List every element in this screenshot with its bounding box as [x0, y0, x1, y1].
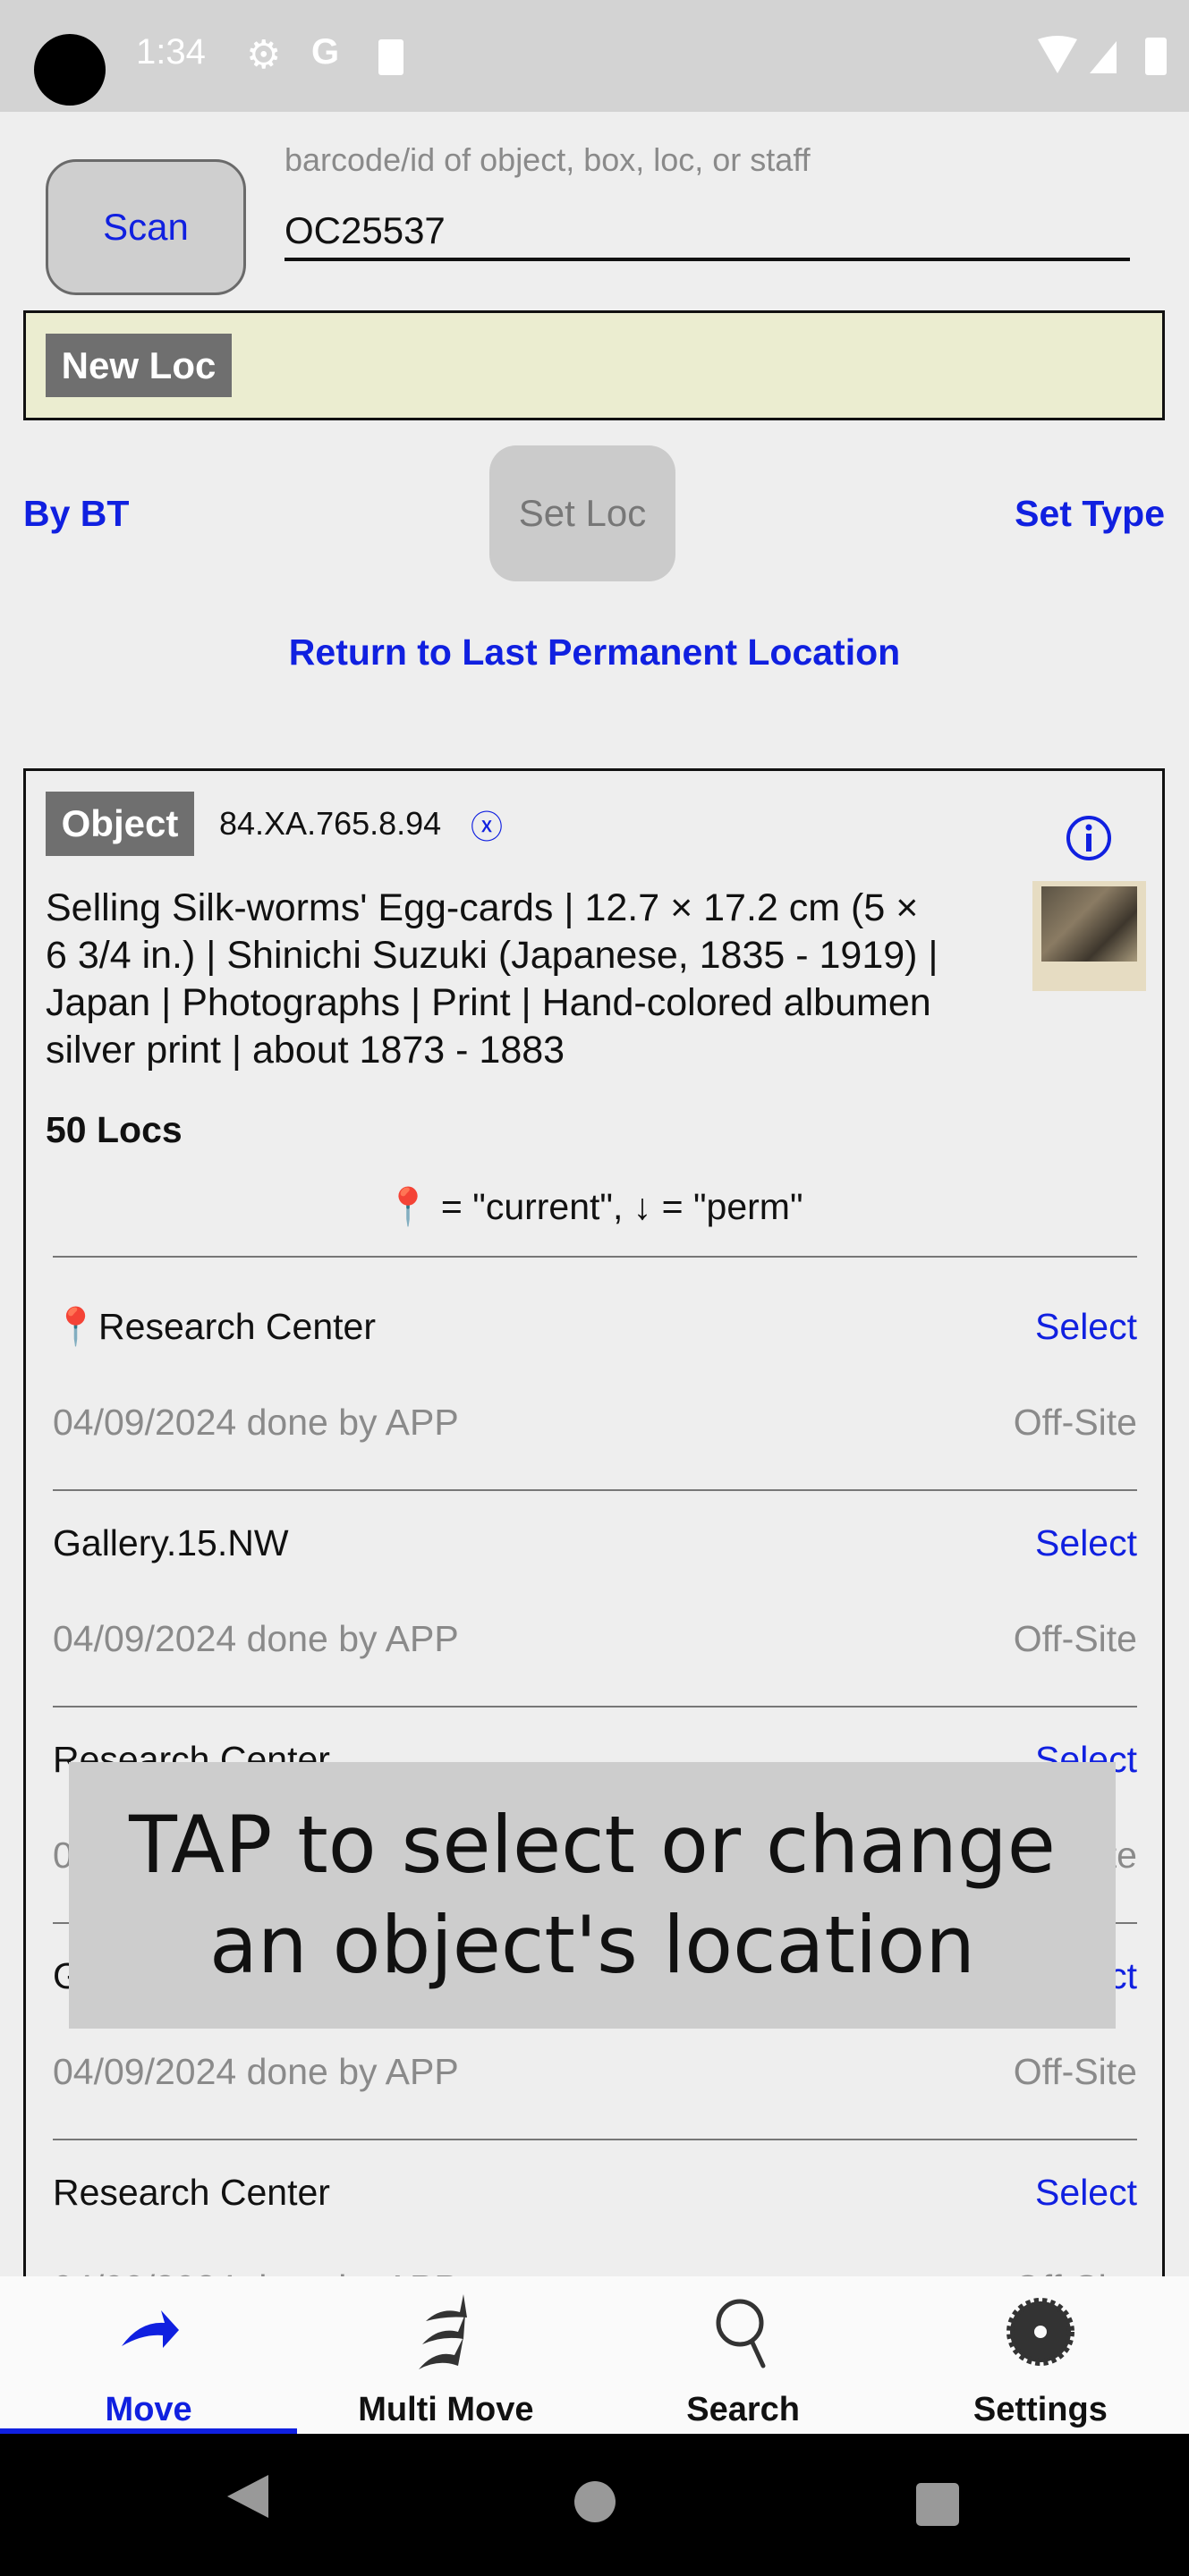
status-bar: 1:34 ⚙ G: [0, 0, 1189, 112]
move-arrow-icon: [122, 2310, 180, 2348]
description-line: silver print | about 1873 - 1883: [46, 1029, 565, 1072]
scan-button-label: Scan: [103, 206, 189, 248]
location-site: Off-Site: [1013, 1402, 1137, 1443]
location-row[interactable]: Gallery.15.NW Select 04/09/2024 done by …: [53, 1491, 1137, 1707]
location-site: Off-Site: [1013, 1618, 1137, 1659]
location-date: 04/09/2024 done by APP: [53, 1402, 459, 1443]
description-line: 6 3/4 in.) | Shinichi Suzuki (Japanese, …: [46, 934, 938, 977]
select-location-link[interactable]: Select: [1035, 1522, 1137, 1564]
tab-multi-move[interactable]: Multi Move: [297, 2276, 594, 2434]
location-site: Off-Site: [1013, 2051, 1137, 2092]
tab-label: Multi Move: [358, 2391, 534, 2428]
home-icon[interactable]: [574, 2481, 616, 2522]
tab-move[interactable]: Move: [0, 2276, 298, 2434]
tab-label: Settings: [972, 2391, 1108, 2428]
signal-battery-icons: [1038, 36, 1167, 75]
legend-text: 📍 = "current", ↓ = "perm": [385, 1186, 803, 1227]
select-location-link[interactable]: Select: [1035, 2172, 1137, 2214]
info-icon[interactable]: [1065, 814, 1113, 862]
tab-label: Move: [105, 2391, 192, 2428]
set-loc-label: Set Loc: [518, 492, 647, 534]
locs-count: 50 Locs: [46, 1109, 183, 1150]
status-time: 1:34: [136, 32, 206, 72]
settings-status-icon: ⚙: [246, 33, 282, 77]
back-icon[interactable]: [224, 2470, 277, 2523]
recents-icon[interactable]: [916, 2483, 959, 2526]
clear-object-icon[interactable]: ⓧ: [471, 801, 503, 848]
tab-label: Search: [686, 2391, 800, 2428]
scan-button[interactable]: Scan: [46, 159, 246, 295]
divider: [53, 1256, 1137, 1258]
description-line: Japan | Photographs | Print | Hand-color…: [46, 981, 931, 1024]
sd-card-icon: [378, 39, 403, 75]
barcode-input-label: barcode/id of object, box, loc, or staff: [285, 141, 811, 178]
set-loc-button[interactable]: Set Loc: [489, 445, 675, 581]
location-date: 04/09/2024 done by APP: [53, 2051, 459, 2092]
barcode-input[interactable]: [285, 204, 1130, 261]
location-date: 04/09/2024 done by APP: [53, 1618, 459, 1659]
description-line: Selling Silk-worms' Egg-cards | 12.7 × 1…: [46, 886, 919, 929]
object-description: Selling Silk-worms' Egg-cards | 12.7 × 1…: [46, 885, 1030, 1074]
google-status-icon: G: [311, 32, 340, 72]
object-id: 84.XA.765.8.94: [219, 805, 442, 842]
location-name: 📍Research Center: [53, 1306, 376, 1347]
object-thumbnail[interactable]: [1032, 881, 1146, 991]
location-row[interactable]: 📍Research Center Select 04/09/2024 done …: [53, 1275, 1137, 1491]
object-label: Object: [46, 792, 194, 856]
select-location-link[interactable]: Select: [1035, 1306, 1137, 1348]
tab-settings[interactable]: Settings: [892, 2276, 1189, 2434]
gear-icon: [1006, 2298, 1074, 2366]
new-loc-panel[interactable]: New Loc: [23, 310, 1165, 420]
set-type-link[interactable]: Set Type: [1015, 493, 1165, 535]
by-bt-link[interactable]: By BT: [23, 493, 129, 535]
multi-move-icon: [419, 2294, 468, 2369]
camera-cutout: [34, 34, 106, 106]
toast-line: an object's location: [208, 1899, 975, 1991]
location-name: Gallery.15.NW: [53, 1522, 289, 1563]
return-to-permanent-link[interactable]: Return to Last Permanent Location: [0, 631, 1189, 674]
system-nav-bar: [0, 2434, 1189, 2576]
location-name: Research Center: [53, 2172, 330, 2213]
search-icon: [716, 2299, 766, 2368]
tab-search[interactable]: Search: [595, 2276, 892, 2434]
toast-line: TAP to select or change: [129, 1799, 1056, 1891]
new-loc-label: New Loc: [46, 334, 232, 397]
object-card: Object 84.XA.765.8.94 ⓧ Selling Silk-wor…: [23, 768, 1165, 2357]
bottom-nav: Move Multi Move Search Settings: [0, 2276, 1189, 2434]
hint-toast: TAP to select or change an object's locat…: [69, 1762, 1116, 2029]
